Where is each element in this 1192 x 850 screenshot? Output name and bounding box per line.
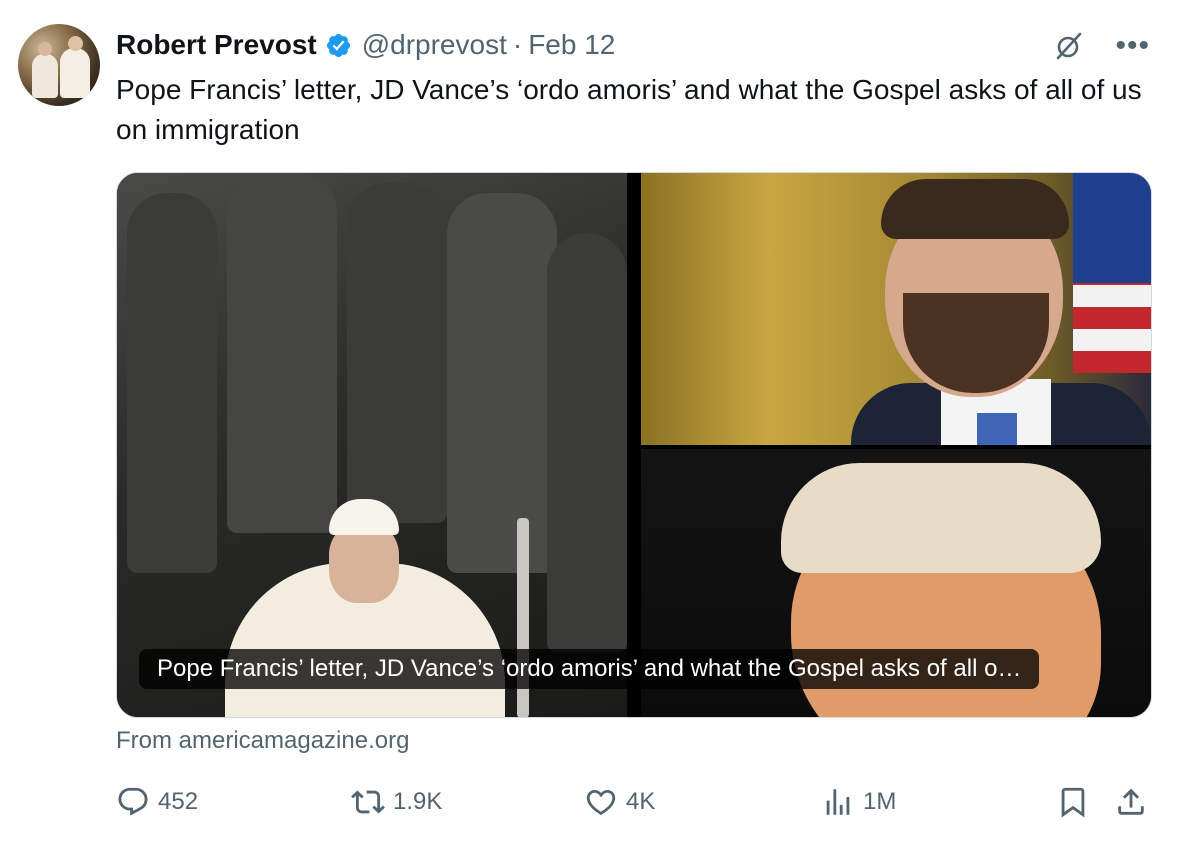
author-name[interactable]: Robert Prevost — [116, 29, 317, 61]
flag-canton — [1073, 173, 1151, 283]
author-handle[interactable]: @drprevost — [362, 29, 507, 61]
avatar-figure-left — [32, 54, 58, 98]
avatar-head-right — [68, 36, 83, 51]
like-button[interactable]: 4K — [584, 782, 655, 822]
bookmark-button[interactable] — [1056, 782, 1090, 822]
top-right-icons: ••• — [1053, 30, 1150, 62]
like-count: 4K — [626, 788, 656, 815]
repost-button[interactable]: 1.9K — [351, 782, 442, 822]
more-icon[interactable]: ••• — [1115, 31, 1150, 61]
card-caption[interactable]: Pope Francis’ letter, JD Vance’s ‘ordo a… — [139, 649, 1040, 689]
share-icon — [1118, 788, 1144, 815]
tweet-header: Robert Prevost @drprevost · Feb 12 — [116, 26, 615, 64]
grok-icon[interactable] — [1053, 30, 1085, 62]
bookmark-icon — [1061, 787, 1085, 818]
avatar[interactable] — [18, 24, 100, 106]
card-image-vance — [641, 173, 1151, 445]
pope-head — [329, 523, 399, 603]
reply-count: 452 — [158, 788, 199, 815]
link-card[interactable]: Pope Francis’ letter, JD Vance’s ‘ordo a… — [116, 172, 1152, 718]
reply-button[interactable]: 452 — [116, 782, 198, 822]
header-separator: · — [512, 29, 523, 60]
trump-hair — [781, 463, 1101, 573]
action-bar: 452 1.9K 4K 1M — [116, 782, 1150, 822]
verified-badge-icon[interactable] — [325, 32, 352, 59]
view-count: 1M — [863, 788, 897, 815]
card-source[interactable]: From americamagazine.org — [116, 727, 409, 755]
image-divider-vertical — [627, 173, 641, 717]
heart-icon — [586, 789, 616, 815]
avatar-head-left — [38, 42, 52, 56]
avatar-figure-right — [60, 48, 90, 98]
tweet-text: Pope Francis’ letter, JD Vance’s ‘ordo a… — [116, 74, 1142, 145]
views-button[interactable]: 1M — [821, 782, 896, 822]
reply-icon — [118, 787, 148, 816]
card-image-pope-statue — [117, 173, 627, 717]
views-icon — [826, 789, 850, 815]
vance-tie — [977, 413, 1017, 445]
vance-hair — [881, 179, 1069, 239]
tweet-container[interactable]: Robert Prevost @drprevost · Feb 12 ••• P… — [0, 0, 1192, 850]
tweet-date[interactable]: Feb 12 — [528, 29, 615, 61]
share-button[interactable] — [1114, 782, 1148, 822]
repost-icon — [351, 790, 385, 814]
repost-count: 1.9K — [393, 788, 443, 815]
